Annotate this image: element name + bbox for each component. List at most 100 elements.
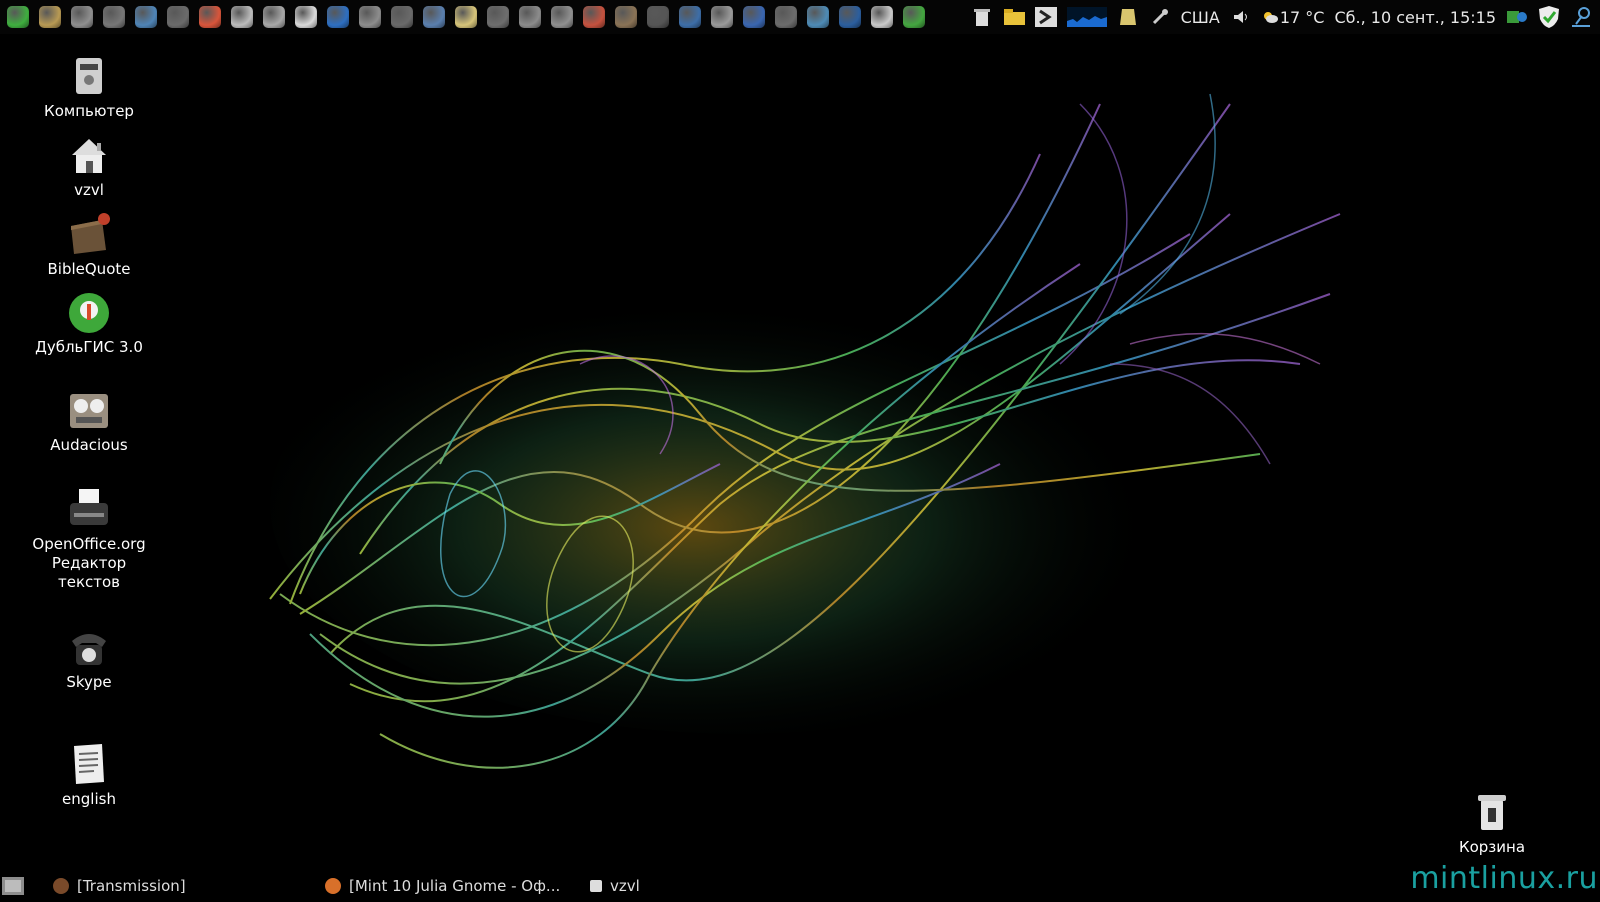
cylinder-icon [807, 6, 829, 28]
launcher-text-editor[interactable] [452, 3, 480, 31]
launcher-cards[interactable] [580, 3, 608, 31]
launcher-window[interactable] [388, 3, 416, 31]
launcher-printer[interactable] [868, 3, 896, 31]
network-icon[interactable] [1506, 6, 1528, 28]
bird-icon [615, 6, 637, 28]
desktop-icon-computer[interactable]: Компьютер [19, 54, 159, 121]
tape-recorder-icon [519, 6, 541, 28]
launcher-aperture[interactable] [420, 3, 448, 31]
calculator-icon [775, 6, 797, 28]
cloud-icon [231, 6, 253, 28]
switcher-applet-icon[interactable] [1034, 6, 1057, 28]
clock[interactable]: Сб., 10 сент., 15:15 [1334, 8, 1496, 27]
notes-applet-icon[interactable] [1117, 6, 1139, 28]
desktop-icon-home-folder[interactable]: vzvl [19, 133, 159, 200]
desktop-icon-label: english [62, 790, 116, 808]
tools-icon [711, 6, 733, 28]
document-icon [263, 6, 285, 28]
launcher-calculator[interactable] [772, 3, 800, 31]
launcher-file-manager[interactable] [36, 3, 64, 31]
desktop-icon-label: Skype [66, 673, 112, 691]
system-monitor-icon[interactable] [1066, 6, 1107, 28]
task-transmission[interactable]: [Transmission] [53, 877, 303, 895]
launcher-audio-player[interactable] [68, 3, 96, 31]
launcher-settings-dial[interactable] [100, 3, 128, 31]
desktop-icon-label: vzvl [74, 181, 104, 199]
launcher-bird[interactable] [612, 3, 640, 31]
show-desktop-button[interactable] [1, 874, 25, 898]
launcher-bar [0, 3, 930, 31]
launcher-camera[interactable] [164, 3, 192, 31]
keyboard-layout-label[interactable]: США [1181, 8, 1220, 27]
transmission-icon [53, 878, 69, 894]
task-vzvl[interactable]: vzvl [590, 877, 640, 895]
thermometer-icon [327, 6, 349, 28]
cards-icon [583, 6, 605, 28]
partly-cloudy-icon [1263, 12, 1278, 23]
launcher-package[interactable] [548, 3, 576, 31]
launcher-terminal[interactable] [644, 3, 672, 31]
openoffice-writer-icon [66, 487, 112, 533]
audio-player-icon [71, 6, 93, 28]
mint-menu-icon [7, 6, 29, 28]
desktop-icon-skype-phone[interactable]: Skype [19, 625, 159, 692]
computer-icon [66, 54, 112, 100]
weather-applet[interactable]: 17 °C [1262, 7, 1325, 27]
folder-applet-icon[interactable] [1003, 6, 1025, 28]
audacious-icon [66, 388, 112, 434]
desktop-icon-text-document[interactable]: english [19, 742, 159, 809]
home-icon [295, 6, 317, 28]
dublgis-icon [903, 6, 925, 28]
task-firefox[interactable]: [Mint 10 Julia Gnome - Оф... [325, 877, 590, 895]
desktop-icon-dublgis[interactable]: ДубльГИС 3.0 [19, 290, 159, 357]
desktop-icon-label: OpenOffice.org Редактор текстов [32, 535, 146, 591]
watermark: mintlinux.ru [1410, 861, 1598, 896]
desktop-icon-label: ДубльГИС 3.0 [35, 338, 143, 356]
launcher-tools[interactable] [708, 3, 736, 31]
desktop-trash[interactable]: Корзина [1422, 790, 1562, 857]
keyboard-layout-icon[interactable] [1149, 6, 1171, 28]
trash-icon [1469, 790, 1515, 836]
weather-temperature: 17 °C [1279, 7, 1325, 27]
task-label: vzvl [610, 877, 640, 895]
window-icon [391, 6, 413, 28]
launcher-refresh[interactable] [836, 3, 864, 31]
launcher-picasa[interactable] [196, 3, 224, 31]
user-switcher-icon[interactable] [1570, 6, 1592, 28]
home-folder-icon [590, 880, 602, 892]
firefox-icon [325, 878, 341, 894]
desktop-icon-audacious[interactable]: Audacious [19, 388, 159, 455]
bible-folder-icon [66, 212, 112, 258]
update-shield-icon[interactable] [1538, 6, 1560, 28]
show-desktop-icon [2, 877, 24, 895]
home-folder-icon [66, 133, 112, 179]
desktop-icon-label: Audacious [50, 436, 128, 454]
desktop-icon-openoffice-writer[interactable]: OpenOffice.org Редактор текстов [19, 487, 159, 592]
desktop-icon-bible-folder[interactable]: BibleQuote [19, 212, 159, 279]
system-tray: США 17 °C Сб., 10 сент., 15:15 [971, 0, 1600, 34]
launcher-cylinder[interactable] [804, 3, 832, 31]
task-label: [Transmission] [77, 877, 186, 895]
launcher-tape-recorder[interactable] [516, 3, 544, 31]
launcher-document[interactable] [260, 3, 288, 31]
launcher-monitor[interactable] [676, 3, 704, 31]
launcher-globe-browser[interactable] [132, 3, 160, 31]
launcher-shield[interactable] [740, 3, 768, 31]
launcher-thermometer[interactable] [324, 3, 352, 31]
trash-applet-icon[interactable] [971, 6, 993, 28]
trash-label: Корзина [1458, 838, 1526, 856]
launcher-dublgis[interactable] [900, 3, 928, 31]
camera-icon [167, 6, 189, 28]
launcher-mint-menu[interactable] [4, 3, 32, 31]
launcher-eye[interactable] [356, 3, 384, 31]
typewriter-icon [487, 6, 509, 28]
bottom-panel: [Transmission] [Mint 10 Julia Gnome - Оф… [0, 872, 1600, 900]
aperture-icon [423, 6, 445, 28]
launcher-typewriter[interactable] [484, 3, 512, 31]
volume-icon[interactable] [1230, 6, 1252, 28]
launcher-home[interactable] [292, 3, 320, 31]
printer-icon [871, 6, 893, 28]
picasa-icon [199, 6, 221, 28]
launcher-cloud[interactable] [228, 3, 256, 31]
top-panel: США 17 °C Сб., 10 сент., 15:15 [0, 0, 1600, 34]
